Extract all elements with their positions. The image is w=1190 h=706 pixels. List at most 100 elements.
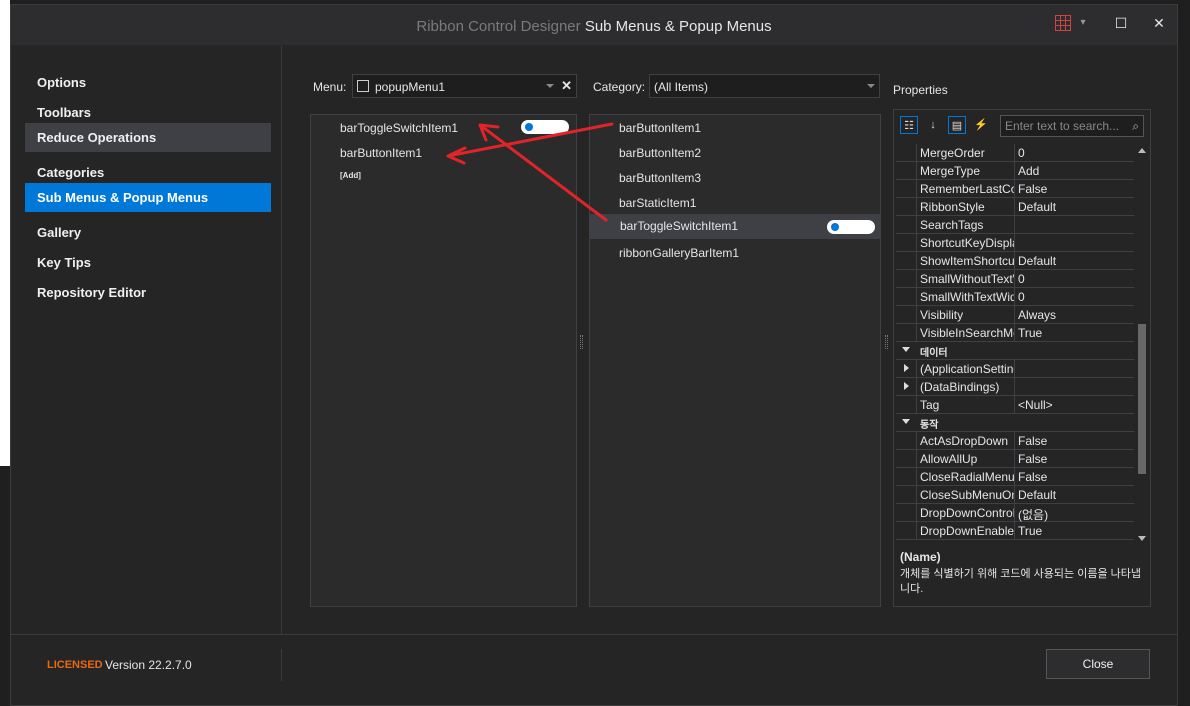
property-row[interactable]: RibbonStyle Default (896, 198, 1134, 216)
property-value[interactable]: True (1018, 524, 1042, 538)
property-value[interactable]: False (1018, 434, 1047, 448)
property-value[interactable]: 0 (1018, 146, 1025, 160)
column-separator (1014, 288, 1015, 306)
property-row[interactable]: ShortcutKeyDisplayString (896, 234, 1134, 252)
close-button[interactable]: Close (1046, 649, 1150, 679)
app-title: Ribbon Control Designer (416, 18, 581, 35)
property-name: SearchTags (920, 218, 984, 232)
property-value[interactable]: False (1018, 452, 1047, 466)
property-value[interactable]: False (1018, 470, 1047, 484)
row-indent-line (916, 144, 917, 162)
sidebar-item-key-tips[interactable]: Key Tips (25, 248, 271, 277)
sidebar-item-sub-menus[interactable]: Sub Menus & Popup Menus (25, 183, 271, 212)
property-row[interactable]: SmallWithTextWidth 0 (896, 288, 1134, 306)
categorized-icon[interactable]: ☷ (900, 116, 918, 134)
property-value[interactable]: Add (1018, 164, 1039, 178)
property-row[interactable]: ShowItemShortcut Default (896, 252, 1134, 270)
properties-icon[interactable]: ▤ (948, 116, 966, 134)
column-separator (1014, 162, 1015, 180)
scroll-thumb[interactable] (1138, 324, 1146, 474)
property-row[interactable]: MergeOrder 0 (896, 144, 1134, 162)
property-value[interactable]: True (1018, 326, 1042, 340)
menu-items-list[interactable]: barToggleSwitchItem1 barButtonItem1 [Add… (310, 114, 577, 607)
category-combobox[interactable]: (All Items) (649, 74, 880, 98)
property-row[interactable]: RememberLastCommand False (896, 180, 1134, 198)
property-search-input[interactable]: Enter text to search... ⌕ (1000, 115, 1144, 137)
list-item[interactable]: barButtonItem2 (619, 146, 701, 160)
property-name: ShortcutKeyDisplayString (920, 236, 1014, 250)
row-indent-line (916, 504, 917, 522)
property-value[interactable]: (없음) (1018, 506, 1048, 523)
sidebar-item-options[interactable]: Options (25, 68, 271, 97)
property-row[interactable]: CloseSubMenuOnClick Default (896, 486, 1134, 504)
property-row[interactable]: SearchTags (896, 216, 1134, 234)
property-value[interactable]: Always (1018, 308, 1056, 322)
column-separator (1014, 468, 1015, 486)
property-category-row[interactable]: 동작 (896, 414, 1134, 432)
scroll-up-icon[interactable] (1138, 148, 1146, 153)
property-row[interactable]: SmallWithoutTextWidth 0 (896, 270, 1134, 288)
column-separator (1014, 432, 1015, 450)
scroll-down-icon[interactable] (1138, 536, 1146, 541)
expand-right-icon[interactable] (904, 382, 909, 390)
sidebar-item-repository-editor[interactable]: Repository Editor (25, 278, 271, 307)
property-name: ShowItemShortcut (920, 254, 1014, 268)
property-row[interactable]: Visibility Always (896, 306, 1134, 324)
splitter-handle[interactable] (580, 335, 583, 349)
column-separator (1014, 216, 1015, 234)
chevron-down-icon[interactable]: ▾ (1075, 15, 1091, 31)
list-item[interactable]: barStaticItem1 (619, 196, 696, 210)
chevron-down-icon[interactable] (546, 84, 554, 88)
column-separator (1014, 504, 1015, 522)
property-value[interactable]: 0 (1018, 290, 1025, 304)
add-item-link[interactable]: [Add] (340, 171, 361, 180)
property-row[interactable]: DropDownEnabled True (896, 522, 1134, 540)
maximize-button[interactable]: ☐ (1113, 15, 1129, 31)
row-indent-line (916, 252, 917, 270)
list-item[interactable]: barToggleSwitchItem1 (340, 121, 458, 135)
property-row[interactable]: VisibleInSearchMenu True (896, 324, 1134, 342)
property-row[interactable]: AllowAllUp False (896, 450, 1134, 468)
expand-down-icon[interactable] (902, 419, 910, 424)
expand-right-icon[interactable] (904, 364, 909, 372)
sidebar-item-gallery[interactable]: Gallery (25, 218, 271, 247)
property-value[interactable]: False (1018, 182, 1047, 196)
property-value[interactable]: Default (1018, 200, 1056, 214)
page-title: Sub Menus & Popup Menus (584, 18, 772, 35)
menu-combobox[interactable]: popupMenu1 ✕ (352, 74, 577, 98)
property-row[interactable]: MergeType Add (896, 162, 1134, 180)
property-row[interactable]: CloseRadialMenuOnItemClick False (896, 468, 1134, 486)
property-value[interactable]: Default (1018, 254, 1056, 268)
property-row[interactable]: ActAsDropDown False (896, 432, 1134, 450)
close-window-button[interactable]: ✕ (1151, 15, 1167, 31)
background-right (1178, 0, 1190, 706)
chevron-down-icon[interactable] (867, 84, 875, 88)
row-indent-line (916, 180, 917, 198)
layout-icon[interactable] (1055, 15, 1071, 31)
property-value[interactable]: 0 (1018, 272, 1025, 286)
title-bar: Ribbon Control Designer Sub Menus & Popu… (11, 5, 1177, 45)
property-scrollbar[interactable] (1136, 144, 1148, 544)
sidebar-item-reduce-operations[interactable]: Reduce Operations (25, 123, 271, 152)
property-category-row[interactable]: 데이터 (896, 342, 1134, 360)
property-row[interactable]: Tag <Null> (896, 396, 1134, 414)
properties-title: Properties (893, 83, 948, 97)
list-item[interactable]: barButtonItem3 (619, 171, 701, 185)
row-indent-line (916, 468, 917, 486)
property-value[interactable]: <Null> (1018, 398, 1053, 412)
expand-down-icon[interactable] (902, 347, 910, 352)
property-value[interactable]: Default (1018, 488, 1056, 502)
category-items-list[interactable]: barButtonItem1 barButtonItem2 barButtonI… (589, 114, 881, 607)
list-item[interactable]: barButtonItem1 (619, 121, 701, 135)
sort-alpha-icon[interactable]: ↓ (924, 116, 942, 134)
list-item[interactable]: ribbonGalleryBarItem1 (619, 246, 739, 260)
property-name: 데이터 (920, 348, 948, 359)
splitter-handle[interactable] (885, 335, 888, 349)
row-indent-line (916, 216, 917, 234)
property-row[interactable]: (ApplicationSettings) (896, 360, 1134, 378)
clear-menu-button[interactable]: ✕ (561, 78, 572, 94)
property-row[interactable]: DropDownControl (없음) (896, 504, 1134, 522)
events-icon[interactable]: ⚡ (972, 116, 990, 134)
list-item[interactable]: barButtonItem1 (340, 146, 422, 160)
property-row[interactable]: (DataBindings) (896, 378, 1134, 396)
